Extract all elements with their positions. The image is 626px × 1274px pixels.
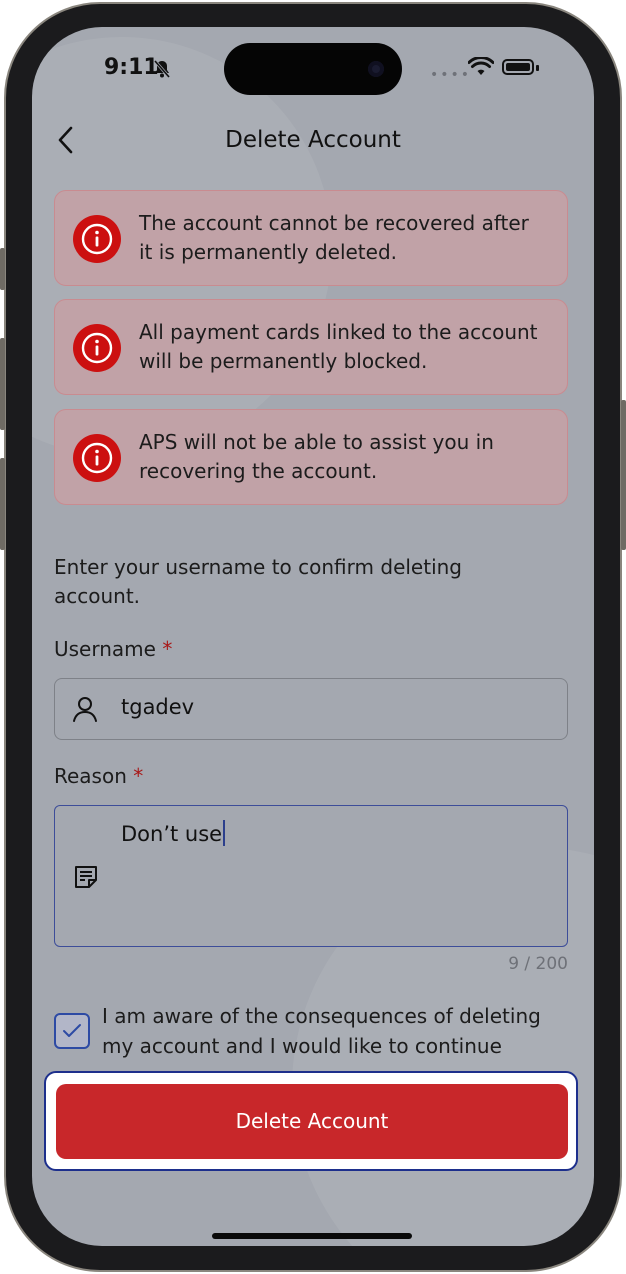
app-screen: 9:11 •••• Delete Account The account can…	[32, 27, 594, 1246]
warning-card: APS will not be able to assist you in re…	[54, 409, 568, 505]
side-button	[0, 248, 5, 290]
char-counter: 9 / 200	[508, 954, 568, 974]
warning-card: The account cannot be recovered after it…	[54, 190, 568, 286]
side-button	[0, 458, 5, 550]
warning-text: The account cannot be recovered after it…	[139, 211, 529, 264]
required-mark: *	[133, 764, 144, 788]
status-bar: 9:11 ••••	[32, 27, 594, 107]
nav-bar: Delete Account	[32, 117, 594, 167]
warning-text: All payment cards linked to the account …	[139, 320, 538, 373]
check-icon	[63, 1024, 81, 1037]
wifi-icon	[468, 57, 494, 75]
reason-label: Reason *	[54, 764, 143, 788]
delete-account-button[interactable]: Delete Account	[56, 1084, 568, 1159]
reason-value: Don’t use	[121, 820, 226, 846]
username-value: tgadev	[121, 695, 195, 719]
confirm-prompt: Enter your username to confirm deleting …	[54, 555, 462, 608]
delete-button-focus-ring: Delete Account	[44, 1071, 578, 1171]
camera-icon	[368, 61, 384, 77]
warning-text: APS will not be able to assist you in re…	[139, 430, 494, 483]
status-time: 9:11	[104, 55, 159, 80]
reason-field[interactable]: Don’t use	[54, 805, 568, 947]
page-title: Delete Account	[225, 127, 401, 153]
warning-card: All payment cards linked to the account …	[54, 299, 568, 395]
info-icon	[73, 215, 121, 263]
info-icon	[73, 434, 121, 482]
reason-label-text: Reason	[54, 764, 127, 788]
reason-text: Don’t use	[121, 822, 223, 846]
battery-tip	[536, 65, 539, 71]
signal-icon: ••••	[430, 67, 472, 83]
required-mark: *	[162, 637, 173, 661]
username-label-text: Username	[54, 637, 156, 661]
username-label: Username *	[54, 637, 172, 661]
home-indicator[interactable]	[212, 1233, 412, 1239]
user-icon	[73, 697, 97, 722]
side-button	[0, 338, 5, 430]
dynamic-island	[224, 43, 402, 95]
text-caret	[223, 820, 226, 846]
side-button	[621, 400, 626, 550]
bell-slash-icon	[153, 60, 171, 78]
agree-checkbox[interactable]	[54, 1013, 90, 1049]
username-field[interactable]: tgadev	[54, 678, 568, 740]
battery-icon	[502, 59, 534, 75]
info-icon	[73, 324, 121, 372]
agree-text: I am aware of the consequences of deleti…	[102, 1004, 541, 1058]
note-icon	[75, 866, 97, 888]
